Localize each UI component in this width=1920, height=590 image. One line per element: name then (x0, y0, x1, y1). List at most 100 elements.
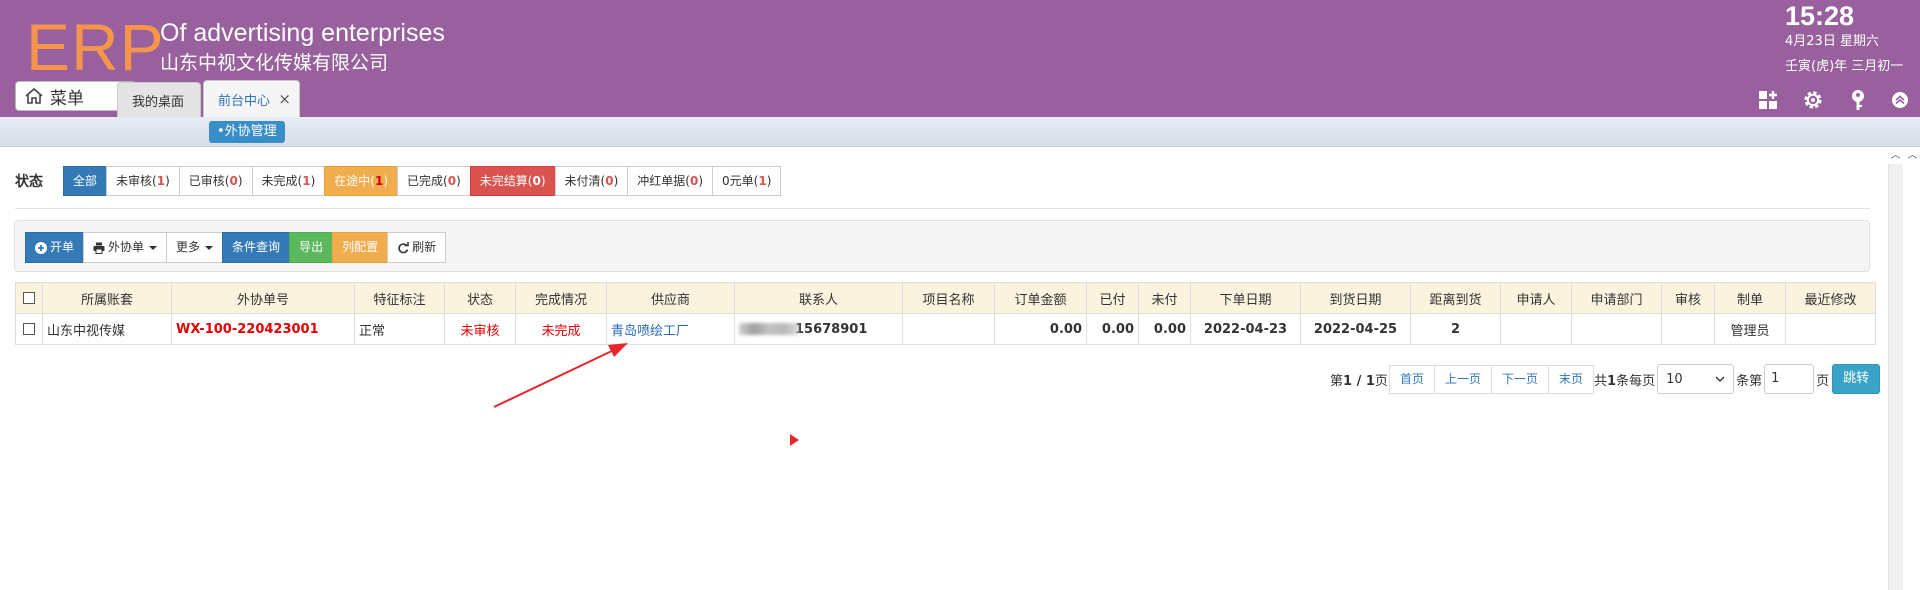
goto-page-input[interactable]: 1 (1764, 364, 1815, 394)
column-header[interactable]: 完成情况 (515, 282, 607, 314)
column-header[interactable]: 特征标注 (354, 282, 445, 314)
select-all-cell[interactable] (15, 282, 43, 314)
page-size-select[interactable]: 10 (1657, 364, 1735, 394)
filter-all[interactable]: 全部 (63, 166, 108, 196)
column-header[interactable]: 供应商 (606, 282, 735, 314)
column-header[interactable]: 审核 (1661, 282, 1715, 314)
cell-unpaid: 0.00 (1138, 313, 1191, 345)
scroll-track[interactable] (1888, 164, 1903, 590)
column-config-button[interactable]: 列配置 (332, 232, 389, 263)
column-header[interactable]: 项目名称 (902, 282, 995, 314)
clock-date: 4月23日 星期六 (1785, 34, 1879, 49)
next-page-button[interactable]: 下一页 (1490, 364, 1549, 394)
toolbar-button-group: 开单 外协单 更多 条件查询 导出 列配置 刷新 (25, 232, 447, 263)
clock-time: 15:28 (1785, 1, 1855, 31)
row-select-cell[interactable] (15, 313, 43, 345)
row-checkbox[interactable] (23, 323, 35, 335)
column-header[interactable]: 已付 (1086, 282, 1139, 314)
supplier-link[interactable]: 青岛喷绘工厂 (611, 324, 689, 339)
last-page-button[interactable]: 末页 (1547, 364, 1594, 394)
scroll-up-icon[interactable]: ︿ (1888, 149, 1903, 163)
column-header[interactable]: 距离到货 (1410, 282, 1501, 314)
filter-label: 已审核 (188, 174, 225, 188)
button-label: 外协单 (108, 240, 145, 254)
app-header: ERP Of advertising enterprises 山东中视文化传媒有… (0, 0, 1920, 117)
current-page: 1 (1343, 373, 1353, 389)
column-header[interactable]: 订单金额 (994, 282, 1087, 314)
filter-unsettled[interactable]: 未完结算(0) (469, 166, 556, 196)
column-header[interactable]: 申请人 (1500, 282, 1572, 314)
column-header[interactable]: 到货日期 (1300, 282, 1411, 314)
button-label: 刷新 (412, 240, 437, 254)
filter-label: 全部 (73, 174, 98, 188)
button-label: 条件查询 (232, 240, 281, 254)
filter-label: 未完结算 (479, 174, 528, 188)
button-label: 列配置 (342, 240, 379, 254)
vertical-scrollbar[interactable]: ︿ ︿ (1885, 147, 1920, 590)
gear-icon[interactable] (1801, 88, 1825, 112)
cell-order-no[interactable]: WX-100-220423001 (171, 313, 355, 345)
status-filter-group: 全部 未审核(1) 已审核(0) 未完成(1) 在途中(1) 已完成(0) 未完… (63, 166, 782, 196)
key-icon[interactable] (1846, 88, 1870, 112)
first-page-button[interactable]: 首页 (1388, 364, 1435, 394)
main-content: 状态 全部 未审核(1) 已审核(0) 未完成(1) 在途中(1) 已完成(0)… (0, 147, 1885, 590)
goto-prefix: 条第 (1736, 373, 1763, 389)
grid-plus-icon[interactable] (1756, 88, 1780, 112)
cell-department (1571, 313, 1662, 345)
column-header[interactable]: 联系人 (734, 282, 903, 314)
page-info-suffix: 页 (1374, 373, 1388, 389)
redacted-text (739, 323, 799, 335)
button-label: 更多 (176, 240, 201, 254)
filter-in-transit[interactable]: 在途中(1) (324, 166, 399, 196)
filter-reversed[interactable]: 冲红单据(0) (627, 166, 714, 196)
contact-phone: 15678901 (795, 321, 868, 337)
filter-completed[interactable]: 已完成(0) (397, 166, 471, 196)
cell-amount: 0.00 (994, 313, 1087, 345)
print-order-dropdown[interactable]: 外协单 (83, 232, 168, 263)
column-header[interactable]: 下单日期 (1190, 282, 1301, 314)
pagination: 第1 / 1页 首页 上一页 下一页 末页 共1条每页 10 条第 1 页 跳转 (1330, 364, 1881, 394)
column-header[interactable]: 制单 (1714, 282, 1786, 314)
filter-unpaid[interactable]: 未付清(0) (554, 166, 629, 196)
filter-count: 1 (758, 174, 767, 188)
tab-front-center[interactable]: 前台中心 × (203, 80, 300, 117)
new-order-button[interactable]: 开单 (25, 232, 85, 263)
column-header[interactable]: 最近修改 (1785, 282, 1876, 314)
query-button[interactable]: 条件查询 (222, 232, 291, 263)
close-icon[interactable]: × (278, 92, 291, 107)
refresh-button[interactable]: 刷新 (387, 232, 447, 263)
export-button[interactable]: 导出 (289, 232, 334, 263)
goto-button[interactable]: 跳转 (1832, 364, 1881, 394)
company-name-en: Of advertising enterprises (160, 19, 445, 47)
cell-supplier[interactable]: 青岛喷绘工厂 (606, 313, 735, 345)
collapse-up-icon[interactable] (1888, 88, 1912, 112)
more-dropdown[interactable]: 更多 (166, 232, 224, 263)
column-header[interactable]: 未付 (1138, 282, 1191, 314)
filter-unaudited[interactable]: 未审核(1) (106, 166, 180, 196)
page-info-prefix: 第 (1330, 373, 1344, 389)
scroll-up-icon[interactable]: ︿ (1905, 149, 1920, 163)
divider (15, 208, 1870, 209)
subnav-outsourcing[interactable]: •外协管理 (209, 121, 285, 143)
tab-my-desktop[interactable]: 我的桌面 (117, 82, 201, 117)
table-row[interactable]: 山东中视传媒 WX-100-220423001 正常 未审核 未完成 青岛喷绘工… (15, 313, 1876, 345)
company-name-cn: 山东中视文化传媒有限公司 (160, 52, 389, 74)
column-header[interactable]: 外协单号 (171, 282, 355, 314)
button-label: 导出 (299, 240, 324, 254)
filter-zero-amount[interactable]: 0元单(1) (712, 166, 782, 196)
prev-page-button[interactable]: 上一页 (1433, 364, 1492, 394)
tab-label: 我的桌面 (132, 94, 185, 110)
page-size-value: 10 (1666, 371, 1683, 387)
filter-audited[interactable]: 已审核(0) (178, 166, 253, 196)
filter-count: 1 (302, 174, 311, 188)
goto-suffix: 页 (1816, 373, 1830, 389)
select-all-checkbox[interactable] (23, 292, 35, 304)
column-header[interactable]: 所属账套 (42, 282, 172, 314)
menu-label: 菜单 (50, 88, 84, 109)
sub-navigation: •外协管理 (0, 117, 1920, 147)
per-page-label: 条每页 (1616, 373, 1656, 389)
column-header[interactable]: 状态 (444, 282, 516, 314)
filter-incomplete[interactable]: 未完成(1) (251, 166, 326, 196)
column-header[interactable]: 申请部门 (1571, 282, 1662, 314)
cell-arrival-date: 2022-04-25 (1300, 313, 1411, 345)
